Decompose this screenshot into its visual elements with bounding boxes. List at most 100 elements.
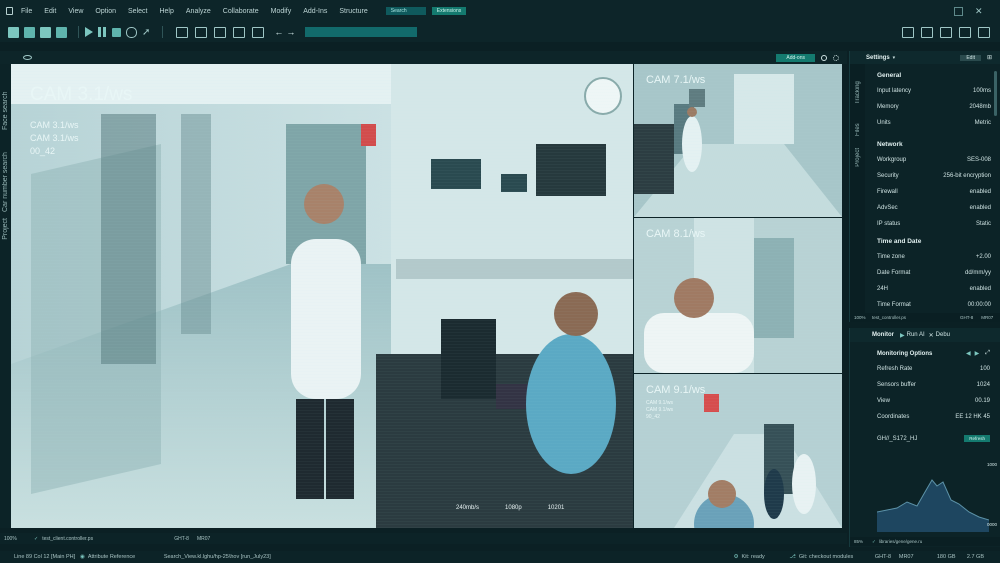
gear-icon[interactable] [833, 54, 839, 61]
setting-row[interactable]: Time Format 00:00:00 [850, 297, 1000, 313]
bag-icon[interactable] [902, 26, 914, 38]
setting-row[interactable]: IP status Static [850, 216, 1000, 232]
command-input[interactable] [305, 27, 418, 37]
setting-value: enabled [969, 205, 991, 211]
back-arrow-icon[interactable]: ← [274, 27, 283, 37]
cursor-icon[interactable]: ➚ [142, 27, 150, 38]
setting-value: 00.19 [974, 398, 990, 404]
setting-row[interactable]: AdvSec enabled [850, 200, 1000, 216]
setting-row[interactable]: Workgroup SES-008 [850, 152, 1000, 168]
import-icon[interactable] [233, 26, 246, 38]
setting-row[interactable]: 24H enabled [850, 281, 1000, 297]
new-icon[interactable] [8, 26, 19, 38]
eye-icon[interactable] [23, 55, 32, 60]
setting-row[interactable]: Security 256-bit encryption [850, 168, 1000, 184]
setting-value: Metric [974, 120, 991, 126]
menu-item[interactable]: Modify [271, 8, 292, 15]
list-icon[interactable] [959, 26, 971, 38]
setting-row[interactable]: Input latency 100ms [850, 83, 1000, 99]
forward-arrow-icon[interactable]: → [286, 27, 295, 37]
edit-button[interactable]: Edit [960, 54, 981, 61]
status-ref[interactable]: Attribute Reference [88, 554, 160, 560]
loop-icon[interactable] [126, 26, 137, 38]
menu-item[interactable]: Analyze [186, 8, 211, 15]
tab-monitor[interactable]: Monitor [872, 332, 894, 338]
add-icon[interactable] [940, 26, 952, 38]
monitor-file: libraries/gene/gene.ru [878, 539, 923, 544]
expand-icon[interactable]: ⤢ [985, 350, 990, 357]
camera-feed-9[interactable]: CAM 9.1/ws CAM 9.1/ws CAM 9.1/ws 90_42 [634, 374, 842, 528]
window-icon[interactable] [954, 6, 963, 16]
setting-row[interactable]: Date Format dd/mm/yy [850, 265, 1000, 281]
forward-icon[interactable]: ▶ [975, 350, 980, 357]
menu-item[interactable]: Add-Ins [303, 8, 327, 15]
window-close-icon[interactable]: ✕ [975, 6, 984, 16]
menu-item[interactable]: File [21, 8, 32, 15]
scanline-overlay [634, 64, 842, 217]
menu-item[interactable]: Collaborate [223, 8, 259, 15]
app-icon[interactable] [6, 7, 13, 15]
tab-debug[interactable]: Debu [936, 332, 950, 338]
refresh-button[interactable]: Refresh [964, 435, 990, 442]
export-icon[interactable] [214, 26, 227, 38]
setting-row[interactable]: Units Metric [850, 115, 1000, 131]
status-bar: Line 89 Col 12 [Main PH] ◉ Attribute Ref… [0, 551, 1000, 563]
pin-icon[interactable]: ⊞ [987, 54, 992, 61]
menu-item[interactable]: Option [95, 8, 116, 15]
addons-button[interactable]: Add-ons [776, 53, 815, 62]
search-icon[interactable] [821, 54, 827, 61]
settings-zoom[interactable]: 100% [854, 315, 872, 320]
camera-feed-7[interactable]: CAM 7.1/ws [634, 64, 842, 217]
back-icon[interactable]: ◀ [966, 350, 971, 357]
setting-label: Memory [877, 104, 899, 110]
scanline-overlay [634, 374, 842, 528]
grid-icon[interactable] [176, 26, 189, 38]
setting-row[interactable]: Firewall enabled [850, 184, 1000, 200]
menu-item[interactable]: Edit [44, 8, 56, 15]
setting-label: Units [877, 120, 891, 126]
search-button[interactable]: Search [385, 7, 426, 15]
settings-title[interactable]: Settings [866, 55, 890, 61]
tab-car-number-search[interactable]: Car number search [2, 136, 9, 212]
video-side-tabs: Face search Car number search Project [0, 64, 11, 528]
save-icon[interactable] [40, 26, 51, 38]
main-cam-line2: CAM 3.1/ws [30, 133, 79, 143]
setting-row[interactable]: View 00.19 [850, 393, 1000, 409]
stop-icon[interactable] [112, 27, 121, 37]
chevron-down-icon[interactable]: ▾ [893, 55, 896, 61]
camera-feed-8[interactable]: CAM 8.1/ws [634, 218, 842, 373]
setting-row[interactable]: Time zone +2.00 [850, 249, 1000, 265]
extensions-button[interactable]: Extensions [431, 7, 466, 15]
main-camera-feed[interactable]: CAM 3.1/ws CAM 3.1/ws CAM 3.1/ws 00_42 2… [11, 64, 633, 528]
tab-run-ai[interactable]: Run AI [907, 332, 925, 338]
menu-item[interactable]: Select [128, 8, 147, 15]
setting-label: AdvSec [877, 205, 898, 211]
play-icon[interactable] [85, 27, 93, 37]
tab-face-search[interactable]: Face search [2, 70, 9, 130]
status-git[interactable]: Git: checkout modules [799, 554, 875, 560]
setting-label: 24H [877, 286, 889, 292]
menu-item[interactable]: Structure [339, 8, 367, 15]
open-icon[interactable] [24, 26, 35, 38]
document-icon[interactable] [252, 26, 265, 38]
graph-top-label: 1000 [986, 462, 997, 467]
settings-footer: 100% test_controller.ps GHT-8 MR07 [850, 313, 1000, 322]
chart-icon[interactable] [56, 26, 67, 38]
monitor-zoom[interactable]: 85% [854, 539, 872, 544]
zoom-select[interactable]: 100% [4, 536, 28, 542]
tag-mr: MR07 [196, 535, 211, 542]
setting-label: Input latency [877, 88, 912, 94]
trash-icon[interactable] [978, 26, 990, 38]
lock-icon[interactable] [921, 26, 933, 38]
copy-icon[interactable] [195, 26, 208, 38]
menu-item[interactable]: Help [159, 8, 173, 15]
pause-icon[interactable] [98, 27, 106, 37]
setting-row[interactable]: Memory 2048mb [850, 99, 1000, 115]
setting-label: IP status [877, 221, 901, 227]
menu-item[interactable]: View [68, 8, 83, 15]
status-kit: Kit: ready [741, 554, 765, 560]
setting-row[interactable]: Refresh Rate 100 [850, 361, 1000, 377]
tab-project[interactable]: Project [2, 218, 9, 240]
setting-row[interactable]: Sensors buffer 1024 [850, 377, 1000, 393]
setting-row[interactable]: Coordinates EE 12 HK 45 [850, 409, 1000, 425]
